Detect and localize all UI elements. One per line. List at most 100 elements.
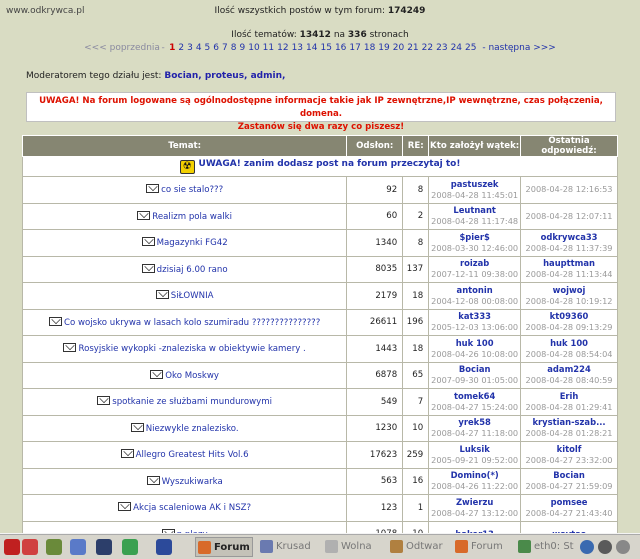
page-link[interactable]: 2	[178, 43, 184, 53]
taskbar-button[interactable]: Forum	[195, 537, 253, 557]
last-reply-user[interactable]: krystian-szab...	[521, 417, 617, 428]
last-reply-user[interactable]: haupttman	[521, 258, 617, 269]
page-link[interactable]: 8	[231, 43, 237, 53]
page-link[interactable]: 12	[277, 43, 288, 53]
topic-link[interactable]: Co wojsko ukrywa w lasach kolo szumiradu…	[64, 318, 320, 328]
author-link[interactable]: kat333	[429, 311, 520, 322]
page-link[interactable]: 16	[335, 43, 346, 53]
topic-link[interactable]: Magazynki FG42	[157, 238, 228, 248]
author-link[interactable]: Zwierzu	[429, 497, 520, 508]
taskbar-button[interactable]: Krusad	[258, 537, 320, 557]
topic-link[interactable]: Wyszukiwarka	[162, 477, 223, 487]
pagination: <<< poprzednia - 1 2 3 4 5 6 7 8 9 10 11 12 13 14 15 16 1…	[84, 43, 556, 53]
table-row: Rosyjskie wykopki -znaleziska w obiektyw…	[21, 335, 618, 363]
author-link[interactable]: roizab	[429, 258, 520, 269]
author-link[interactable]: antonin	[429, 285, 520, 296]
app-launcher-icon[interactable]	[46, 539, 62, 555]
topic-link[interactable]: Akcja scaleniowa AK i NSZ?	[133, 503, 251, 513]
message-icon	[155, 290, 169, 300]
page-link[interactable]: 14	[306, 43, 317, 53]
topic-link[interactable]: dzisiaj 6.00 rano	[157, 265, 228, 275]
topic-link[interactable]: Oko Moskwy	[165, 371, 219, 381]
page-link[interactable]: 18	[364, 43, 375, 53]
page-link[interactable]: 4	[196, 43, 202, 53]
last-reply-user[interactable]: kt09360	[521, 311, 617, 322]
author-link[interactable]: yrek58	[429, 417, 520, 428]
message-icon	[118, 502, 132, 512]
topic-link[interactable]: Rosyjskie wykopki -znaleziska w obiektyw…	[78, 344, 305, 354]
page-link[interactable]: 19	[378, 43, 389, 53]
page-link[interactable]: 5	[205, 43, 211, 53]
replies-cell: 196	[402, 308, 430, 336]
last-reply-user[interactable]: kitolf	[521, 444, 617, 455]
author-link[interactable]: $pier$	[429, 232, 520, 243]
clipboard-tray-icon[interactable]	[616, 540, 630, 554]
author-link[interactable]: pastuszek	[429, 179, 520, 190]
terminal-icon[interactable]	[96, 539, 112, 555]
last-reply-user[interactable]: Erih	[521, 391, 617, 402]
page-link[interactable]: 10	[248, 43, 259, 53]
message-icon	[137, 210, 151, 220]
topic-link[interactable]: co sie stalo???	[161, 185, 223, 195]
page-link[interactable]: 1	[169, 43, 175, 53]
prev-page-link[interactable]: <<< poprzednia	[84, 43, 160, 53]
author-link[interactable]: huk 100	[429, 338, 520, 349]
taskbar-button[interactable]: Forum	[453, 537, 513, 557]
next-page-link[interactable]: - następna >>>	[482, 43, 556, 53]
page-link[interactable]: 13	[292, 43, 303, 53]
chat-icon[interactable]	[122, 539, 138, 555]
page-link[interactable]: 17	[349, 43, 360, 53]
topic-link[interactable]: Allegro Greatest Hits Vol.6	[136, 450, 249, 460]
author-link[interactable]: Domino(*)	[429, 470, 520, 481]
taskbar-button[interactable]: Wolna	[323, 537, 385, 557]
posts-count: 174249	[387, 6, 426, 16]
calendar-icon[interactable]	[22, 539, 38, 555]
created-date: 2007-12-11 09:38:00	[431, 269, 519, 280]
page-link[interactable]: 3	[187, 43, 193, 53]
announcement-row: ☢ UWAGA! zanim dodasz post na forum przec…	[22, 156, 618, 177]
taskbar-button[interactable]: Odtwar	[388, 537, 450, 557]
page-link[interactable]: 25	[465, 43, 476, 53]
author-link[interactable]: Bocian	[429, 364, 520, 375]
page-link[interactable]: 11	[263, 43, 274, 53]
last-reply-user[interactable]: adam224	[521, 364, 617, 375]
col-replies[interactable]: RE:	[402, 135, 430, 157]
page-link[interactable]: 9	[239, 43, 245, 53]
page-link[interactable]: 24	[451, 43, 462, 53]
page-link[interactable]: 21	[407, 43, 418, 53]
last-reply-user[interactable]: huk 100	[521, 338, 617, 349]
page-link[interactable]: 6	[213, 43, 219, 53]
topic-link[interactable]: spotkanie ze służbami mundurowymi	[112, 397, 272, 407]
moderator-links[interactable]: Bocian, proteus, admin,	[164, 71, 285, 81]
last-reply-user[interactable]: pomsee	[521, 497, 617, 508]
author-link[interactable]: Leutnant	[429, 205, 520, 216]
topic-link[interactable]: Realizm pola walki	[152, 212, 232, 222]
col-views[interactable]: Odsłon:	[346, 135, 404, 157]
message-icon	[150, 369, 164, 379]
last-reply-user[interactable]: odkrywca33	[521, 232, 617, 243]
kde-menu-icon[interactable]	[4, 539, 20, 555]
browser-icon[interactable]	[70, 539, 86, 555]
network-tray-icon[interactable]	[580, 540, 594, 554]
last-reply-date: 2008-04-28 08:40:59	[525, 375, 613, 386]
created-date: 2008-04-27 11:18:00	[431, 428, 519, 439]
author-link[interactable]: tomek64	[429, 391, 520, 402]
last-reply-user[interactable]: wojwoj	[521, 285, 617, 296]
page-link[interactable]: 15	[320, 43, 331, 53]
topic-link[interactable]: SiŁOWNIA	[171, 291, 214, 301]
author-link[interactable]: Luksik	[429, 444, 520, 455]
volume-tray-icon[interactable]	[598, 540, 612, 554]
col-author[interactable]: Kto założył wątek:	[428, 135, 522, 157]
taskbar-button[interactable]: eth0: St	[516, 537, 576, 557]
col-topic[interactable]: Temat:	[21, 135, 348, 157]
page-link[interactable]: 7	[222, 43, 228, 53]
last-reply-user[interactable]: Bocian	[521, 470, 617, 481]
page-link[interactable]: 22	[422, 43, 433, 53]
announcement-link[interactable]: UWAGA! zanim dodasz post na forum przecz…	[199, 159, 461, 169]
col-last-reply[interactable]: Ostatnia odpowiedź:	[520, 135, 618, 157]
topic-link[interactable]: Niezwykle znalezisko.	[146, 424, 239, 434]
views-cell: 563	[346, 467, 404, 495]
desktop-pager-icon[interactable]	[156, 539, 172, 555]
page-link[interactable]: 23	[436, 43, 447, 53]
page-link[interactable]: 20	[393, 43, 404, 53]
